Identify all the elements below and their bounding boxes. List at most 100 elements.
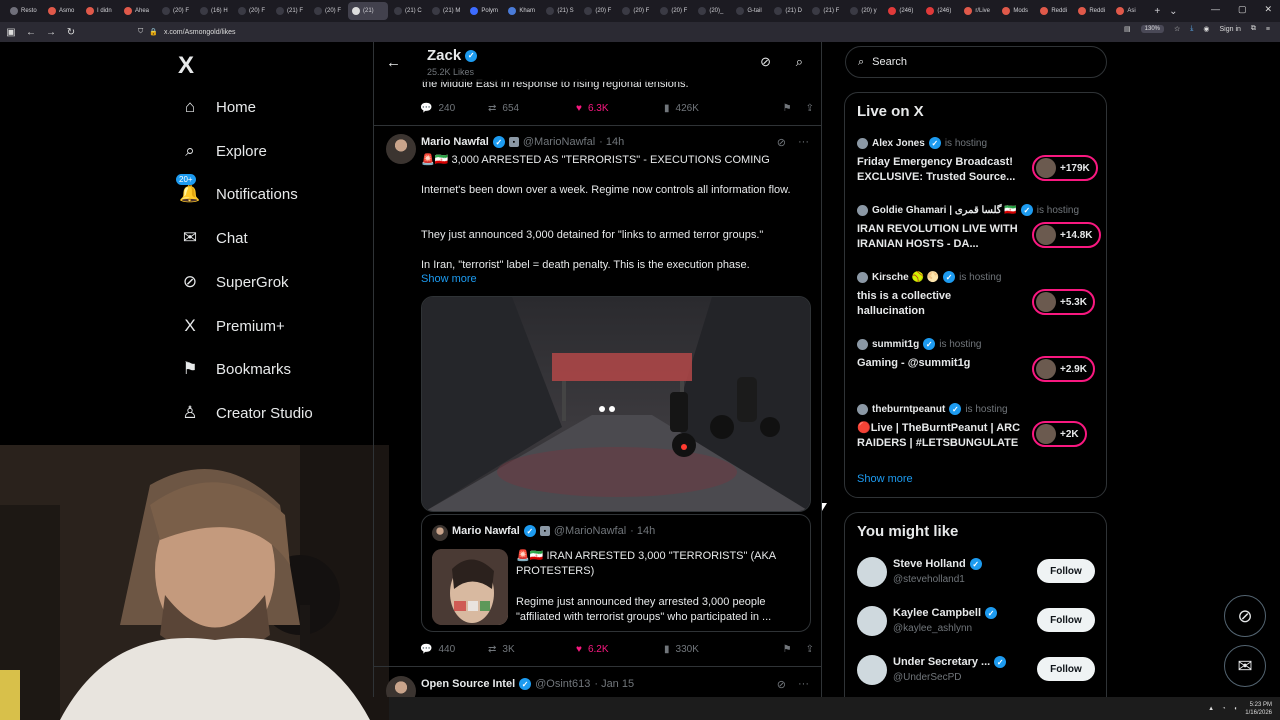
listener-count-pill[interactable]: +5.3K xyxy=(1032,289,1095,315)
browser-tab[interactable]: (20) F xyxy=(158,2,194,20)
messages-fab-icon[interactable]: ✉ xyxy=(1224,645,1266,687)
browser-tab[interactable]: Ahea xyxy=(120,2,156,20)
browser-tab[interactable]: Kham xyxy=(504,2,540,20)
author-handle[interactable]: @MarioNawfal xyxy=(523,136,595,148)
post-time[interactable]: · Jan 15 xyxy=(594,678,634,690)
signin-link[interactable]: Sign in xyxy=(1220,26,1241,33)
browser-tab[interactable]: r/Live xyxy=(960,2,996,20)
quoted-post[interactable]: Mario Nawfal ✓ ▪ @MarioNawfal · 14h 🚨🇮🇷 … xyxy=(421,514,811,632)
browser-tab[interactable]: (21) D xyxy=(770,2,806,20)
browser-tab[interactable]: (21) xyxy=(348,2,388,20)
grok-fab-icon[interactable]: ⊘ xyxy=(1224,595,1266,637)
volume-icon[interactable]: ◖ xyxy=(1234,706,1238,712)
share-icon[interactable]: ⇪ xyxy=(806,103,814,114)
follow-button[interactable]: Follow xyxy=(1037,559,1095,583)
views-button[interactable]: ▮ 330K xyxy=(664,644,752,655)
sidebar-item-notifications[interactable]: 🔔 20+ Notifications xyxy=(176,174,298,204)
like-button[interactable]: ♥ 6.2K xyxy=(576,644,664,655)
zoom-level[interactable]: 130% xyxy=(1140,25,1164,33)
browser-tab[interactable]: (21) F xyxy=(808,2,844,20)
browser-tab[interactable]: Polym xyxy=(466,2,502,20)
browser-tab[interactable]: (20) F xyxy=(618,2,654,20)
browser-tab[interactable]: (246) xyxy=(884,2,920,20)
address-bar[interactable]: ⛉ 🔒 x.com/Asmongold/likes xyxy=(138,25,1038,39)
browser-tab[interactable]: (20) F xyxy=(234,2,270,20)
minimize-icon[interactable]: — xyxy=(1211,4,1220,15)
browser-tab[interactable]: Asmo xyxy=(44,2,80,20)
tab-list-icon[interactable]: ⌄ xyxy=(1166,6,1180,17)
close-icon[interactable]: ✕ xyxy=(1264,4,1272,15)
suggested-user[interactable]: Kaylee Campbell ✓ @kaylee_ashlynn Follow xyxy=(857,604,1097,640)
sidebar-item-premium[interactable]: X Premium+ xyxy=(180,316,284,336)
listener-count-pill[interactable]: +2K xyxy=(1032,421,1087,447)
listener-count-pill[interactable]: +179K xyxy=(1032,155,1098,181)
bookmark-icon[interactable]: ⚑ xyxy=(783,644,792,655)
browser-tab[interactable]: (21) F xyxy=(272,2,308,20)
author-name[interactable]: Mario Nawfal xyxy=(421,136,489,148)
share-icon[interactable]: ⇪ xyxy=(806,644,814,655)
tray-icon[interactable]: ▲ xyxy=(1208,706,1214,712)
more-icon[interactable]: ··· xyxy=(798,136,809,149)
forward-icon[interactable]: → xyxy=(46,27,56,38)
browser-tab[interactable]: (20)_ xyxy=(694,2,730,20)
more-icon[interactable]: ··· xyxy=(798,678,809,691)
grok-icon[interactable]: ⊘ xyxy=(760,54,771,70)
extensions-icon[interactable]: ⧉ xyxy=(1251,25,1256,33)
sidebar-item-explore[interactable]: ⌕ Explore xyxy=(180,141,267,161)
browser-tab[interactable]: Reddi xyxy=(1074,2,1110,20)
browser-tab[interactable]: Resto xyxy=(6,2,42,20)
repost-button[interactable]: ⇄ 654 xyxy=(488,103,576,114)
reload-icon[interactable]: ↻ xyxy=(66,27,76,38)
browser-tab[interactable]: G-tail xyxy=(732,2,768,20)
bookmark-icon[interactable]: ⚑ xyxy=(783,103,792,114)
browser-tab[interactable]: (246) xyxy=(922,2,958,20)
star-icon[interactable]: ☆ xyxy=(1174,25,1180,33)
browser-tab[interactable]: (21) M xyxy=(428,2,464,20)
post-time[interactable]: · 14h xyxy=(599,136,624,148)
browser-tab[interactable]: (20) F xyxy=(580,2,616,20)
grok-icon[interactable]: ⊘ xyxy=(777,136,786,149)
browser-tab[interactable]: I didn xyxy=(82,2,118,20)
like-button[interactable]: ♥ 6.3K xyxy=(576,103,664,114)
grok-icon[interactable]: ⊘ xyxy=(777,678,786,691)
sidebar-item-creator-studio[interactable]: ♙ Creator Studio xyxy=(180,403,312,423)
account-icon[interactable]: ◉ xyxy=(1203,25,1209,33)
avatar[interactable] xyxy=(386,134,416,164)
new-tab-icon[interactable]: + xyxy=(1150,6,1164,17)
back-arrow-icon[interactable]: ← xyxy=(386,54,401,71)
browser-tab[interactable]: (20) F xyxy=(656,2,692,20)
search-icon[interactable]: ⌕ xyxy=(796,54,803,70)
wifi-icon[interactable]: ◔ xyxy=(1222,706,1226,712)
browser-tab[interactable]: (20) F xyxy=(310,2,346,20)
listener-count-pill[interactable]: +14.8K xyxy=(1032,222,1101,248)
maximize-icon[interactable]: ▢ xyxy=(1238,4,1247,15)
clock[interactable]: 5:23 PM 1/16/2026 xyxy=(1245,701,1272,717)
reader-icon[interactable]: ▤ xyxy=(1124,25,1131,33)
author-name[interactable]: Open Source Intel xyxy=(421,678,515,690)
listener-count-pill[interactable]: +2.9K xyxy=(1032,356,1095,382)
browser-tab[interactable]: Asi xyxy=(1112,2,1148,20)
browser-tab[interactable]: Reddi xyxy=(1036,2,1072,20)
search-input[interactable]: ⌕ Search xyxy=(845,46,1107,78)
browser-tab[interactable]: (16) H xyxy=(196,2,232,20)
download-icon[interactable]: ⤓ xyxy=(1190,25,1193,33)
show-more-link[interactable]: Show more xyxy=(421,273,477,285)
author-handle[interactable]: @Osint613 xyxy=(535,678,590,690)
sidebar-item-supergrok[interactable]: ⊘ SuperGrok xyxy=(180,272,289,292)
browser-tab[interactable]: (21) C xyxy=(390,2,426,20)
avatar[interactable] xyxy=(386,676,416,697)
menu-icon[interactable]: ≡ xyxy=(1266,26,1270,33)
sidebar-toggle-icon[interactable]: ▣ xyxy=(6,27,16,38)
show-more-link[interactable]: Show more xyxy=(857,473,913,485)
x-logo[interactable]: X xyxy=(178,52,194,80)
browser-tab[interactable]: (21) S xyxy=(542,2,578,20)
follow-button[interactable]: Follow xyxy=(1037,657,1095,681)
follow-button[interactable]: Follow xyxy=(1037,608,1095,632)
browser-tab[interactable]: Mods xyxy=(998,2,1034,20)
sidebar-item-home[interactable]: ⌂ Home xyxy=(180,97,256,117)
back-icon[interactable]: ← xyxy=(26,27,36,38)
views-button[interactable]: ▮ 426K xyxy=(664,103,752,114)
suggested-user[interactable]: Under Secretary ... ✓ @UnderSecPD Follow xyxy=(857,653,1097,689)
post-video[interactable] xyxy=(421,296,811,512)
repost-button[interactable]: ⇄ 3K xyxy=(488,644,576,655)
